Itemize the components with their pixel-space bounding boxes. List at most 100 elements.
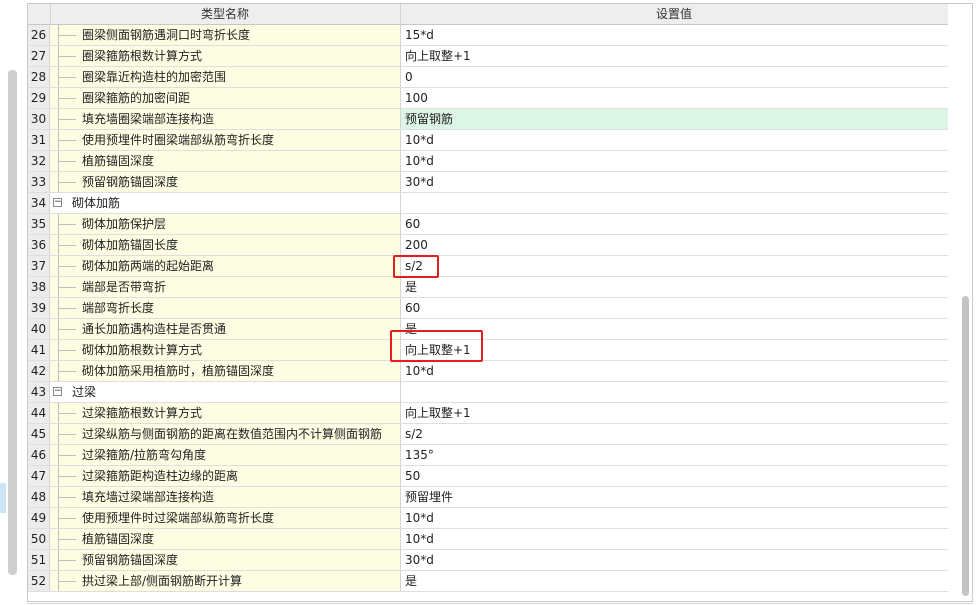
property-name: 植筋锚固深度	[82, 154, 155, 168]
tree-connector-branch	[58, 140, 76, 141]
tree-connector-branch	[58, 518, 76, 519]
tree-connector-branch	[58, 56, 76, 57]
property-value-cell[interactable]: 0	[401, 67, 948, 87]
tree-connector-branch	[58, 224, 76, 225]
property-name: 圈梁靠近构造柱的加密范围	[82, 70, 227, 84]
property-value-cell[interactable]: s/2	[401, 424, 948, 444]
collapse-icon[interactable]: −	[53, 198, 62, 207]
table-row[interactable]: 33 预留钢筋锚固深度 30*d	[28, 172, 948, 193]
row-number: 51	[28, 550, 50, 570]
tree-connector-branch	[58, 329, 76, 330]
table-row[interactable]: 47 过梁箍筋距构造柱边缘的距离 50	[28, 466, 948, 487]
left-panel-scrollbar[interactable]	[8, 70, 17, 575]
property-value-cell[interactable]: 30*d	[401, 172, 948, 192]
table-row[interactable]: 44 过梁箍筋根数计算方式 向上取整+1	[28, 403, 948, 424]
table-row[interactable]: 46 过梁箍筋/拉筋弯勾角度 135°	[28, 445, 948, 466]
table-row[interactable]: 28 圈梁靠近构造柱的加密范围 0	[28, 67, 948, 88]
table-row[interactable]: 35 砌体加筋保护层 60	[28, 214, 948, 235]
property-value-cell[interactable]: 是	[401, 571, 948, 591]
property-name-cell: 预留钢筋锚固深度	[50, 172, 401, 192]
row-number: 49	[28, 508, 50, 528]
table-row[interactable]: 29 圈梁箍筋的加密间距 100	[28, 88, 948, 109]
table-row[interactable]: 52 拱过梁上部/侧面钢筋断开计算 是	[28, 571, 948, 592]
property-name-cell: − 过梁	[50, 382, 401, 402]
property-value-cell[interactable]: 60	[401, 298, 948, 318]
table-row[interactable]: 42 砌体加筋采用植筋时，植筋锚固深度 10*d	[28, 361, 948, 382]
table-row[interactable]: 41 砌体加筋根数计算方式 向上取整+1	[28, 340, 948, 361]
row-number: 40	[28, 319, 50, 339]
table-row[interactable]: 26 圈梁侧面钢筋遇洞口时弯折长度 15*d	[28, 25, 948, 46]
collapse-icon[interactable]: −	[53, 387, 62, 396]
property-name: 填充墙圈梁端部连接构造	[82, 112, 215, 126]
property-value-cell[interactable]: 10*d	[401, 529, 948, 549]
property-name-cell: 填充墙圈梁端部连接构造	[50, 109, 401, 129]
row-number: 33	[28, 172, 50, 192]
table-row[interactable]: 51 预留钢筋锚固深度 30*d	[28, 550, 948, 571]
table-row[interactable]: 39 端部弯折长度 60	[28, 298, 948, 319]
row-number: 50	[28, 529, 50, 549]
property-name-cell: 预留钢筋锚固深度	[50, 550, 401, 570]
table-row[interactable]: 32 植筋锚固深度 10*d	[28, 151, 948, 172]
property-name-cell: 植筋锚固深度	[50, 529, 401, 549]
property-value-cell[interactable]: 10*d	[401, 130, 948, 150]
group-row[interactable]: 43− 过梁	[28, 382, 948, 403]
tree-connector-branch	[58, 560, 76, 561]
property-value-cell[interactable]: 是	[401, 277, 948, 297]
table-row[interactable]: 30 填充墙圈梁端部连接构造 预留钢筋	[28, 109, 948, 130]
property-value-cell[interactable]: 15*d	[401, 25, 948, 45]
property-name: 端部是否带弯折	[82, 280, 167, 294]
row-number: 43	[28, 382, 50, 402]
table-row[interactable]: 37 砌体加筋两端的起始距离 s/2	[28, 256, 948, 277]
table-row[interactable]: 40 通长加筋遇构造柱是否贯通 是	[28, 319, 948, 340]
property-value-cell[interactable]: 50	[401, 466, 948, 486]
property-value-cell[interactable]: 向上取整+1	[401, 340, 948, 360]
property-value-cell[interactable]: 135°	[401, 445, 948, 465]
tree-connector-branch	[58, 371, 76, 372]
property-value-cell[interactable]: 60	[401, 214, 948, 234]
property-value-cell[interactable]: s/2	[401, 256, 948, 276]
property-value-cell[interactable]: 向上取整+1	[401, 46, 948, 66]
header-value-column[interactable]: 设置值	[401, 4, 947, 24]
vertical-scrollbar[interactable]	[960, 26, 970, 598]
property-name: 圈梁箍筋根数计算方式	[82, 49, 203, 63]
table-row[interactable]: 38 端部是否带弯折 是	[28, 277, 948, 298]
row-number: 37	[28, 256, 50, 276]
property-value-cell[interactable]: 100	[401, 88, 948, 108]
table-row[interactable]: 36 砌体加筋锚固长度 200	[28, 235, 948, 256]
property-name: 过梁箍筋根数计算方式	[82, 406, 203, 420]
table-row[interactable]: 31 使用预埋件时圈梁端部纵筋弯折长度 10*d	[28, 130, 948, 151]
row-number: 47	[28, 466, 50, 486]
property-name-cell: 砌体加筋保护层	[50, 214, 401, 234]
header-name-column[interactable]: 类型名称	[50, 4, 401, 24]
tree-connector-branch	[58, 182, 76, 183]
tree-connector-branch	[58, 266, 76, 267]
table-row[interactable]: 49 使用预埋件时过梁端部纵筋弯折长度 10*d	[28, 508, 948, 529]
bottom-divider	[27, 603, 973, 604]
property-name: 砌体加筋两端的起始距离	[82, 259, 215, 273]
property-value-cell[interactable]: 预留钢筋	[401, 109, 948, 129]
property-value-cell[interactable]: 200	[401, 235, 948, 255]
property-name-cell: 砌体加筋采用植筋时，植筋锚固深度	[50, 361, 401, 381]
row-number: 35	[28, 214, 50, 234]
table-row[interactable]: 50 植筋锚固深度 10*d	[28, 529, 948, 550]
property-name: 过梁箍筋/拉筋弯勾角度	[82, 448, 207, 462]
property-value-cell[interactable]: 10*d	[401, 361, 948, 381]
property-value-cell[interactable]: 预留埋件	[401, 487, 948, 507]
left-panel-selected-tab[interactable]	[0, 483, 6, 513]
row-number: 30	[28, 109, 50, 129]
table-row[interactable]: 27 圈梁箍筋根数计算方式 向上取整+1	[28, 46, 948, 67]
property-value-cell[interactable]: 是	[401, 319, 948, 339]
property-name-cell: 通长加筋遇构造柱是否贯通	[50, 319, 401, 339]
tree-connector-branch	[58, 413, 76, 414]
row-number: 34	[28, 193, 50, 213]
property-value-cell[interactable]: 30*d	[401, 550, 948, 570]
property-value-cell[interactable]: 向上取整+1	[401, 403, 948, 423]
property-value-cell[interactable]: 10*d	[401, 508, 948, 528]
property-name-cell: 圈梁箍筋根数计算方式	[50, 46, 401, 66]
scrollbar-thumb[interactable]	[962, 296, 969, 596]
table-row[interactable]: 48 填充墙过梁端部连接构造 预留埋件	[28, 487, 948, 508]
property-value-cell[interactable]: 10*d	[401, 151, 948, 171]
table-row[interactable]: 45 过梁纵筋与侧面钢筋的距离在数值范围内不计算侧面钢筋 s/2	[28, 424, 948, 445]
group-row[interactable]: 34− 砌体加筋	[28, 193, 948, 214]
property-name: 砌体加筋根数计算方式	[82, 343, 203, 357]
